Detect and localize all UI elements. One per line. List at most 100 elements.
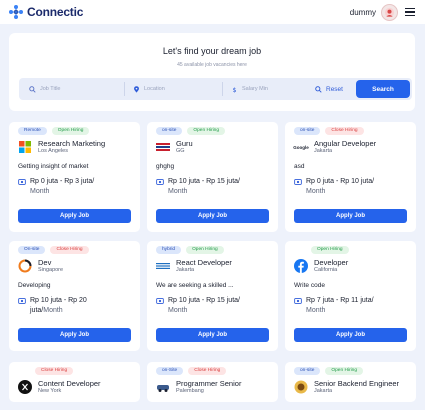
job-title[interactable]: Guru [176,139,193,148]
job-title[interactable]: Programmer Senior [176,379,241,388]
money-icon [156,298,164,304]
top-navbar: Connectic dummy [0,0,425,24]
apply-job-button[interactable]: Apply Job [156,328,269,342]
search-panel: Let's find your dream job 45 available j… [9,33,415,111]
job-location: Singapore [38,267,64,273]
job-location: Jakarta [314,148,333,154]
page-title: Let's find your dream job [162,46,262,56]
search-bar: Job Title Location $ Salary Min Reset Se… [19,78,412,100]
badges: on-site Open Hiring [156,127,230,135]
salary-min-placeholder: Salary Min [242,86,268,92]
job-location: New York [38,388,62,394]
money-icon [294,179,302,185]
job-description: We are seeking a skilled ... [156,282,234,289]
job-title[interactable]: React Developer [176,258,232,267]
reset-label: Reset [326,85,343,93]
salary-range: Rp 7 juta - Rp 11 juta/ [306,297,374,304]
badges: On-site Close Hiring [18,246,94,254]
logo-text: Connectic [27,5,84,19]
apply-job-button[interactable]: Apply Job [156,209,269,223]
work-type-badge: On-site [18,246,46,254]
job-title-placeholder: Job Title [40,86,61,92]
salary-period: Month [168,307,188,314]
salary: Rp 10 juta - Rp 20 juta/Month [18,296,138,316]
job-title-input[interactable]: Job Title [19,82,125,96]
page-subtitle: 45 available job vacancies here [177,62,247,68]
hiring-status-badge: Close Hiring [35,367,74,375]
job-title[interactable]: Content Developer [38,379,101,388]
hiring-status-badge: Open Hiring [325,367,364,375]
job-location: Los Angeles [38,148,68,154]
apply-job-button[interactable]: Apply Job [294,209,407,223]
money-icon [294,298,302,304]
job-card[interactable]: on-site Open Hiring Guru GG ghghg Rp 10 juta … [147,122,278,232]
salary-period-prefix: juta/ [30,307,44,314]
job-card[interactable]: on-site Open Hiring Senior Backend Enginee… [285,362,416,402]
salary-min-input[interactable]: $ Salary Min [223,82,311,96]
dollar-icon: $ [232,86,236,92]
badges: Remote Open Hiring [18,127,94,135]
badges: Open Hiring [294,246,354,254]
salary: Rp 0 juta - Rp 10 juta/Month [294,177,414,197]
job-card[interactable]: Remote Open Hiring Research Marketing Los A… [9,122,140,232]
job-card[interactable]: on-Site Close Hiring Programmer Senior Pale… [147,362,278,402]
job-location: Palembang [176,388,204,394]
apply-job-button[interactable]: Apply Job [18,209,131,223]
job-location: California [314,267,338,273]
job-title[interactable]: Developer [314,258,348,267]
ibm-logo [156,259,170,273]
user-name[interactable]: dummy [350,8,376,17]
apply-job-button[interactable]: Apply Job [294,328,407,342]
badges: Close Hiring [18,367,78,375]
job-title[interactable]: Research Marketing [38,139,105,148]
location-input[interactable]: Location [125,82,223,96]
money-icon [18,298,26,304]
money-icon [18,179,26,185]
search-icon [315,85,322,93]
job-card[interactable]: hybrid Open Hiring React Developer Jakarta W… [147,241,278,351]
badges: on-site Close Hiring [294,127,369,135]
ring-logo [18,259,32,273]
hiring-status-badge: Open Hiring [186,246,224,254]
salary-range: Rp 0 juta - Rp 3 juta/ [30,178,95,185]
job-card[interactable]: On-site Close Hiring Dev Singapore Developin… [9,241,140,351]
salary: Rp 10 juta - Rp 15 juta/Month [156,296,276,316]
salary-period: Month [306,188,326,195]
job-title[interactable]: Angular Developer [314,139,376,148]
connectic-logo-icon [9,5,23,19]
search-icon [29,85,36,93]
salary-range: Rp 10 juta - Rp 15 juta/ [168,297,240,304]
reset-button[interactable]: Reset [315,86,343,93]
job-card[interactable]: Open Hiring Developer California Write code… [285,241,416,351]
work-type-badge: on-site [294,127,321,135]
job-description: Write code [294,282,325,289]
hiring-status-badge: Close Hiring [188,367,227,375]
work-type-badge: on-site [294,367,321,375]
x-logo [18,380,32,394]
work-type-badge: Remote [18,127,47,135]
svg-text:$: $ [232,86,236,92]
logo[interactable]: Connectic [8,4,83,20]
job-description: asd [294,163,305,170]
work-type-badge: hybrid [156,246,182,254]
location-pin-icon [134,85,139,93]
apply-job-button[interactable]: Apply Job [18,328,131,342]
hiring-status-badge: Close Hiring [325,127,364,135]
job-title[interactable]: Senior Backend Engineer [314,379,399,388]
work-type-badge: on-Site [156,367,184,375]
location-placeholder: Location [144,86,165,92]
gudang-garam-logo [156,140,170,154]
hamburger-menu-icon[interactable] [405,7,415,17]
job-title[interactable]: Dev [38,258,51,267]
job-card[interactable]: Close Hiring Content Developer New York [9,362,140,402]
job-description: Developing [18,282,51,289]
job-card[interactable]: on-site Close Hiring Google Angular Develop… [285,122,416,232]
google-logo: Google [293,144,309,150]
avatar[interactable] [381,3,398,21]
badges: hybrid Open Hiring [156,246,229,254]
money-icon [156,179,164,185]
hiring-status-badge: Open Hiring [311,246,349,254]
work-type-badge: on-site [156,127,183,135]
search-button[interactable]: Search [356,80,410,98]
salary-period: Month [168,188,188,195]
